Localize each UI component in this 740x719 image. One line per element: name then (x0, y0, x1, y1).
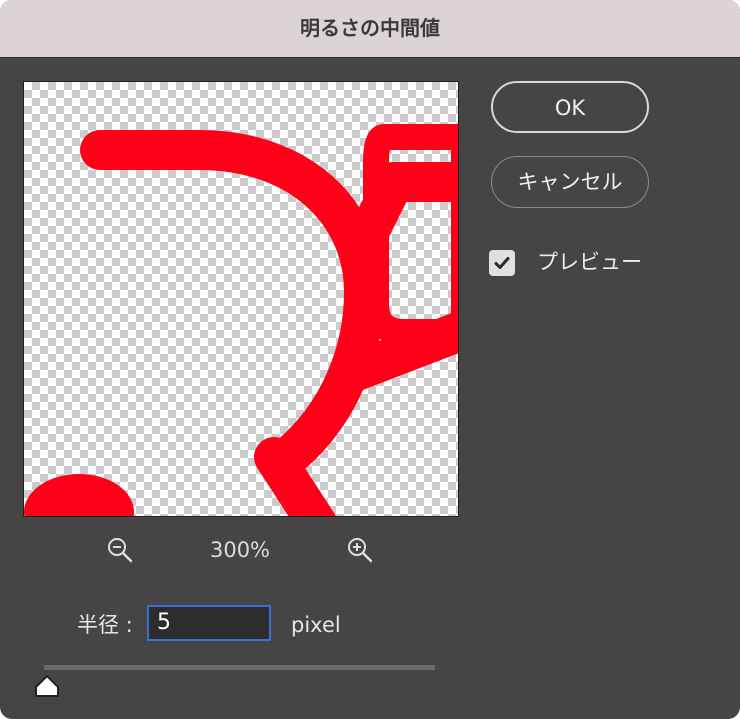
title-bar: 明るさの中間値 (0, 0, 740, 58)
zoom-controls: 300% (100, 534, 390, 566)
zoom-level: 300% (209, 538, 271, 562)
preview-checkbox-label[interactable]: プレビュー (537, 246, 642, 278)
radius-slider-thumb[interactable] (33, 673, 61, 699)
preview-checkbox[interactable] (489, 250, 515, 276)
median-filter-dialog: 明るさの中間値 300% OK キャンセル プレビュー 半径: 5 pixel (0, 0, 740, 719)
radius-input[interactable]: 5 (147, 605, 271, 641)
dialog-title: 明るさの中間値 (300, 16, 440, 40)
zoom-in-icon[interactable] (346, 536, 374, 564)
preview-canvas[interactable] (23, 81, 459, 517)
radius-label: 半径 : (77, 613, 133, 637)
slider-thumb-icon (35, 675, 59, 697)
radius-unit-label: pixel (291, 613, 341, 637)
preview-image (24, 124, 458, 516)
cancel-button[interactable]: キャンセル (491, 156, 649, 208)
ok-button[interactable]: OK (491, 81, 649, 133)
radius-slider-track[interactable] (44, 665, 435, 670)
checkmark-icon (494, 257, 510, 269)
zoom-out-icon[interactable] (106, 536, 134, 564)
